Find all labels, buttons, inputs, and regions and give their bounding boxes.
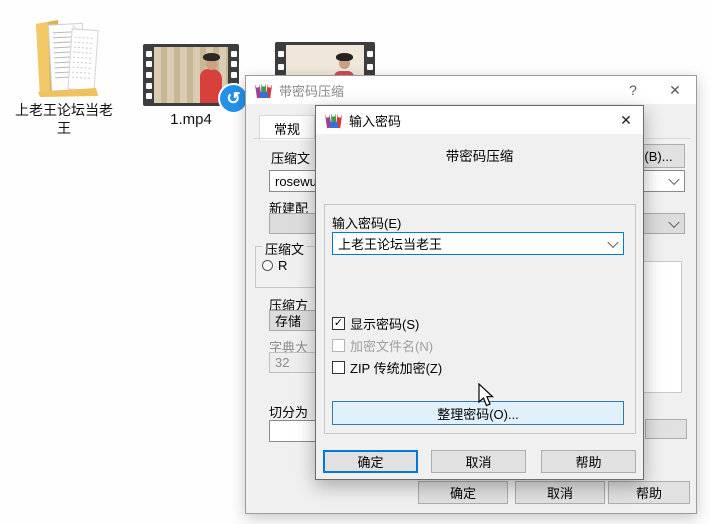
checkbox-checked-icon[interactable]: ✓ bbox=[332, 316, 345, 330]
sync-arrow-icon: ↺ bbox=[220, 85, 247, 112]
archive-name-value: rosewu bbox=[275, 173, 317, 189]
ok-button[interactable]: 确定 bbox=[323, 450, 418, 473]
folder-label-line2: 王 bbox=[57, 119, 71, 136]
method-value: 存储 bbox=[275, 314, 302, 329]
encrypt-filenames-label: 加密文件名(N) bbox=[350, 338, 434, 354]
checkbox-unchecked-icon[interactable] bbox=[332, 360, 345, 374]
cancel-button[interactable]: 取消 bbox=[515, 481, 605, 504]
filmstrip-left bbox=[143, 44, 154, 106]
mouse-cursor-icon bbox=[478, 383, 495, 407]
checkbox-disabled-icon bbox=[332, 338, 345, 352]
chevron-down-icon bbox=[668, 173, 680, 186]
folder-label: 上老王论坛当老 王 bbox=[6, 102, 122, 137]
show-password-label: 显示密码(S) bbox=[350, 316, 420, 332]
operation-header: 带密码压缩 bbox=[445, 149, 514, 164]
close-icon[interactable]: ✕ bbox=[658, 76, 692, 104]
format-radio-label: R bbox=[278, 258, 288, 273]
password-dialog: 输入密码 ✕ 带密码压缩 输入密码(E) 上老王论坛当老王 ✓ 显示密码(S) … bbox=[315, 105, 644, 480]
archive-name-label: 压缩文 bbox=[271, 151, 311, 166]
compress-dialog-titlebar: 带密码压缩 ? ✕ bbox=[246, 76, 696, 104]
encrypt-filenames-checkbox: 加密文件名(N) bbox=[332, 338, 434, 354]
help-button[interactable]: 帮助 bbox=[608, 481, 690, 504]
password-dialog-title: 输入密码 bbox=[349, 113, 402, 129]
format-radio[interactable] bbox=[262, 260, 273, 271]
cancel-button[interactable]: 取消 bbox=[431, 450, 526, 473]
split-label: 切分为 bbox=[269, 405, 309, 420]
chevron-down-icon bbox=[668, 216, 680, 228]
zip-legacy-label: ZIP 传统加密(Z) bbox=[350, 360, 443, 376]
help-button[interactable]: 帮助 bbox=[541, 450, 636, 473]
winrar-icon bbox=[325, 114, 343, 129]
chevron-down-icon bbox=[607, 236, 619, 248]
zip-legacy-checkbox[interactable]: ZIP 传统加密(Z) bbox=[332, 360, 443, 376]
folder-icon bbox=[16, 6, 112, 102]
winrar-icon bbox=[255, 84, 273, 99]
folder-icon-art bbox=[36, 20, 99, 97]
ok-button[interactable]: 确定 bbox=[418, 481, 508, 504]
desktop: 上老王论坛当老 王 ↺ 1.mp4 带密码压缩 ? ✕ 常规 压缩文 rosew… bbox=[0, 0, 710, 524]
video1-thumbnail: ↺ bbox=[143, 44, 247, 112]
dictionary-value: 32 bbox=[275, 355, 290, 370]
tab-general[interactable]: 常规 bbox=[259, 115, 315, 140]
desktop-folder-icon[interactable]: 上老王论坛当老 王 bbox=[6, 6, 122, 137]
compress-dialog-title: 带密码压缩 bbox=[279, 83, 345, 99]
close-icon[interactable]: ✕ bbox=[609, 106, 643, 134]
archive-format-group-title: 压缩文 bbox=[262, 239, 308, 258]
password-label: 输入密码(E) bbox=[332, 216, 402, 231]
video1-label: 1.mp4 bbox=[170, 111, 212, 128]
password-dialog-titlebar: 输入密码 ✕ bbox=[316, 106, 643, 134]
password-value: 上老王论坛当老王 bbox=[338, 237, 443, 252]
side-button[interactable] bbox=[645, 419, 687, 439]
password-combo[interactable]: 上老王论坛当老王 bbox=[332, 232, 624, 255]
desktop-video1-icon[interactable]: ↺ 1.mp4 bbox=[143, 44, 247, 130]
folder-label-line1: 上老王论坛当老 bbox=[15, 102, 113, 118]
options-panel bbox=[642, 261, 682, 393]
help-button[interactable]: ? bbox=[616, 76, 650, 104]
video1-frame bbox=[154, 47, 228, 103]
show-password-checkbox[interactable]: ✓ 显示密码(S) bbox=[332, 316, 420, 332]
